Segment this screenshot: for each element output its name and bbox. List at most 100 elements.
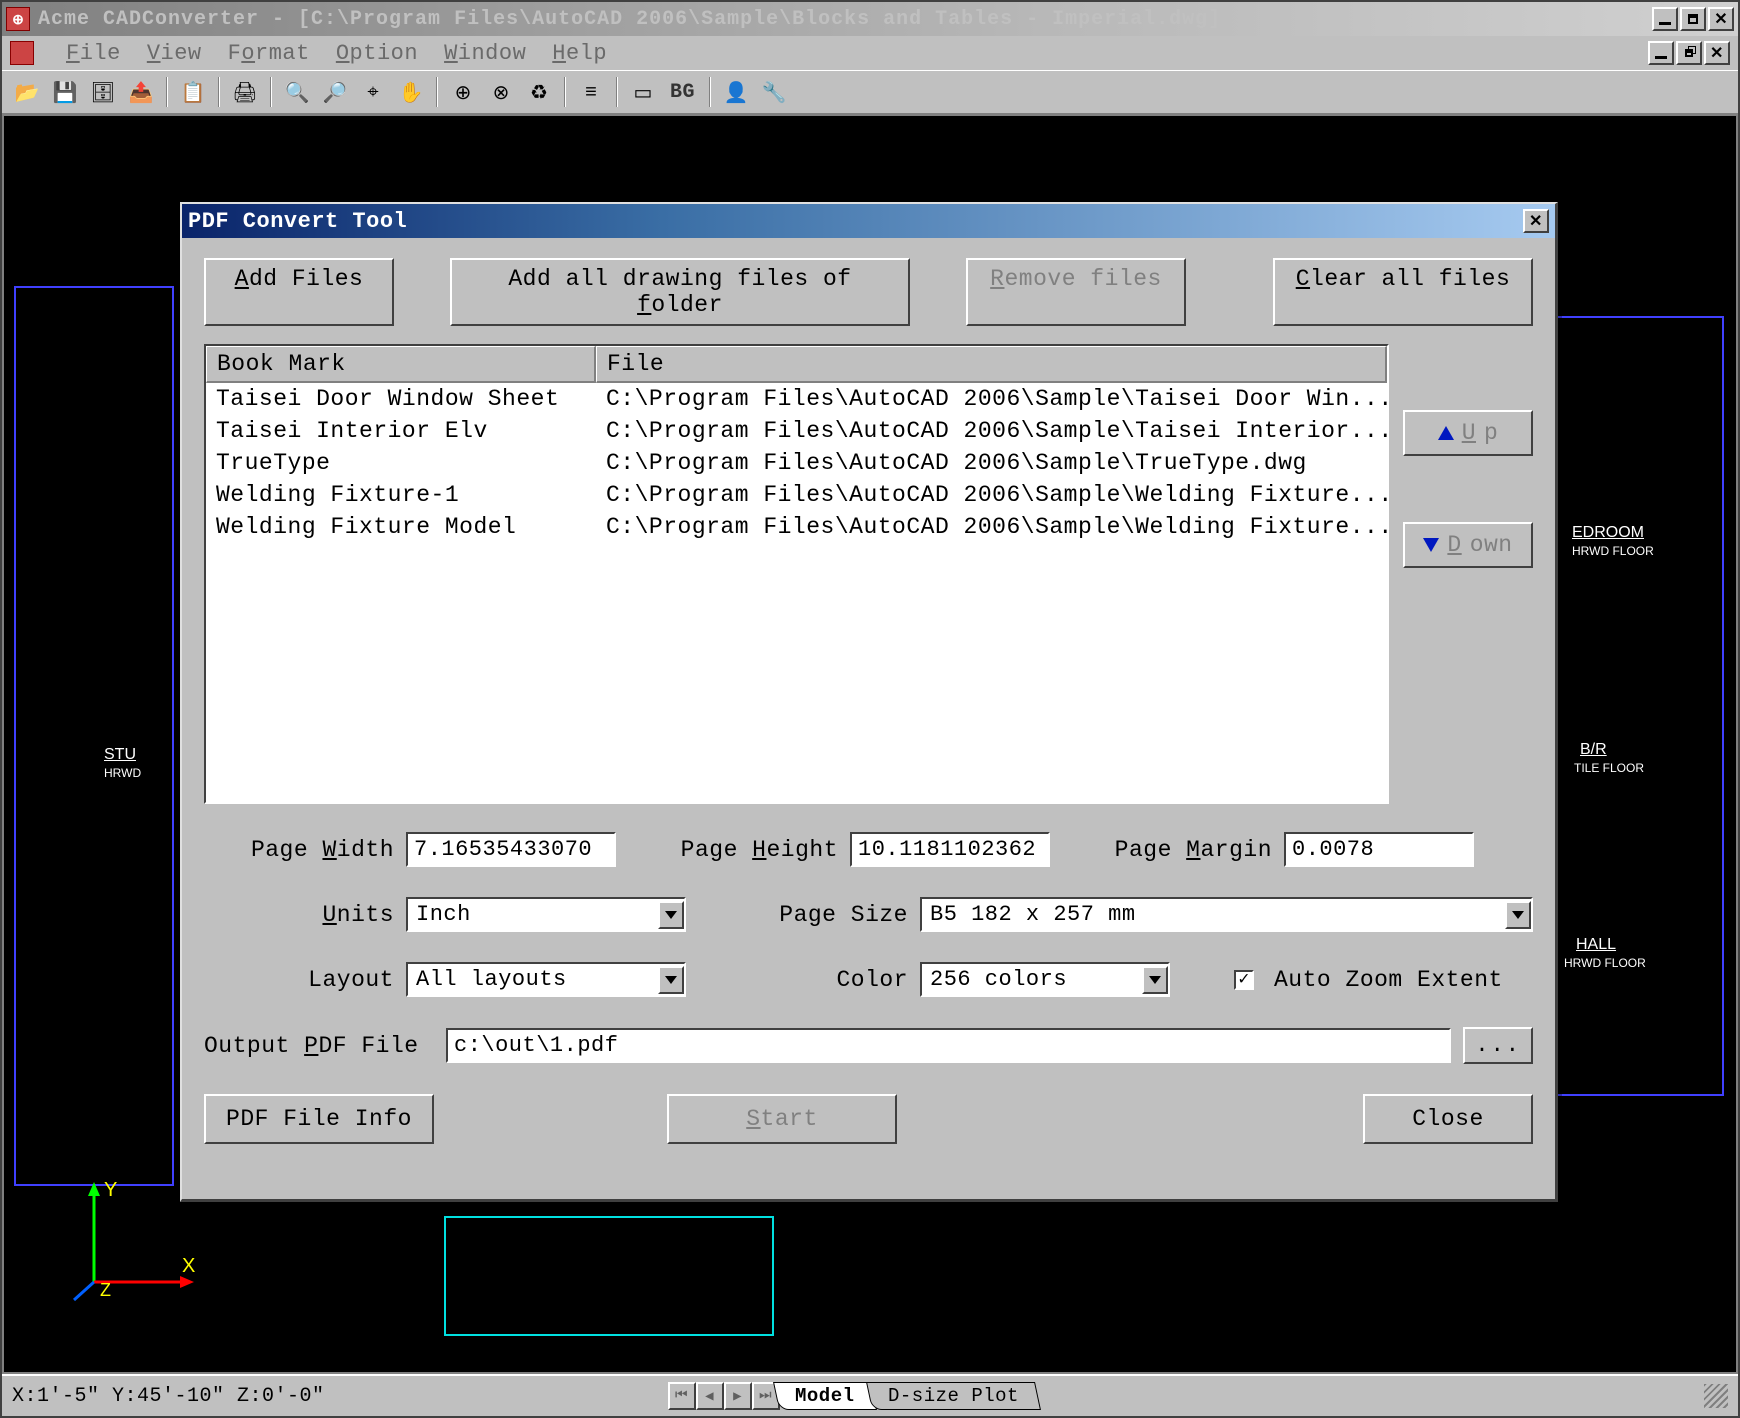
pdf-convert-dialog: PDF Convert Tool ✕ Add Files Add all dra…: [180, 202, 1558, 1202]
list-cell-bookmark: Welding Fixture Model: [206, 513, 596, 541]
page-size-select[interactable]: B5 182 x 257 mm: [920, 897, 1533, 932]
layout-tabs: ⏮ ◀ ▶ ⏭ Model D-size Plot: [668, 1382, 1038, 1410]
toolbar-sep: [166, 77, 168, 107]
toolbar: 📂 💾 🗄 📤 📋 🖨 🔍 🔎 ⌖ ✋ ⊕ ⊗ ♻ ≡ ▭ BG 👤 🔧: [2, 70, 1738, 114]
copy-icon[interactable]: 📋: [176, 75, 210, 109]
main-maximize-button[interactable]: [1680, 7, 1706, 31]
start-button[interactable]: Start: [667, 1094, 897, 1144]
layout-select[interactable]: All layouts: [406, 962, 686, 997]
list-cell-bookmark: Taisei Door Window Sheet: [206, 385, 596, 413]
list-item[interactable]: TrueTypeC:\Program Files\AutoCAD 2006\Sa…: [206, 447, 1387, 479]
cad-label-bedroom: EDROOM: [1572, 524, 1644, 542]
frame-icon[interactable]: ▭: [626, 75, 660, 109]
cad-label-stu-sub: HRWD: [104, 766, 141, 780]
dialog-titlebar: PDF Convert Tool ✕: [182, 204, 1555, 238]
tab-prev-button[interactable]: ◀: [696, 1382, 724, 1410]
coords-readout: X:1'-5" Y:45'-10" Z:0'-0": [12, 1385, 325, 1408]
dialog-close-x[interactable]: ✕: [1523, 209, 1549, 233]
tab-next-button[interactable]: ▶: [724, 1382, 752, 1410]
page-margin-input[interactable]: 0.0078: [1284, 832, 1474, 867]
chevron-down-icon: [1142, 966, 1168, 994]
axis-z-label: Z: [100, 1280, 111, 1300]
layout-label: Layout: [204, 967, 394, 993]
list-col-bookmark[interactable]: Book Mark: [206, 346, 596, 383]
save-icon[interactable]: 💾: [48, 75, 82, 109]
mdi-app-icon[interactable]: [10, 41, 34, 65]
mdi-minimize-button[interactable]: [1648, 41, 1674, 65]
tab-dsize-plot[interactable]: D-size Plot: [866, 1382, 1041, 1410]
add-files-button[interactable]: Add Files: [204, 258, 394, 326]
clear-all-button[interactable]: Clear all files: [1273, 258, 1533, 326]
menu-file[interactable]: File: [66, 41, 121, 66]
main-close-button[interactable]: ✕: [1708, 7, 1734, 31]
file-listview[interactable]: Book Mark File Taisei Door Window SheetC…: [204, 344, 1389, 804]
output-path-input[interactable]: c:\out\1.pdf: [446, 1028, 1451, 1063]
bg-button[interactable]: BG: [664, 75, 701, 109]
menu-window[interactable]: Window: [444, 41, 526, 66]
pdf-file-info-button[interactable]: PDF File Info: [204, 1094, 434, 1144]
page-height-input[interactable]: 10.1181102362: [850, 832, 1050, 867]
auto-zoom-checkbox[interactable]: [1234, 970, 1254, 990]
mdi-close-button[interactable]: ✕: [1704, 41, 1730, 65]
tab-model[interactable]: Model: [773, 1382, 876, 1410]
zoom-window-icon[interactable]: ⌖: [356, 75, 390, 109]
units-select[interactable]: Inch: [406, 897, 686, 932]
list-cell-bookmark: Taisei Interior Elv: [206, 417, 596, 445]
move-up-button[interactable]: Up: [1403, 410, 1533, 456]
page-size-label: Page Size: [698, 902, 908, 928]
chevron-down-icon: [658, 901, 684, 929]
close-button[interactable]: Close: [1363, 1094, 1533, 1144]
main-minimize-button[interactable]: [1652, 7, 1678, 31]
export-icon[interactable]: 📤: [124, 75, 158, 109]
toolbar-sep: [270, 77, 272, 107]
dialog-title: PDF Convert Tool: [188, 209, 407, 234]
list-item[interactable]: Taisei Door Window SheetC:\Program Files…: [206, 383, 1387, 415]
arrow-up-icon: [1438, 426, 1454, 440]
resize-grip-icon[interactable]: [1704, 1384, 1728, 1408]
menu-help[interactable]: Help: [552, 41, 607, 66]
mdi-restore-button[interactable]: [1676, 41, 1702, 65]
pan-icon[interactable]: ✋: [394, 75, 428, 109]
add-folder-button[interactable]: Add all drawing files of folder: [450, 258, 910, 326]
print-icon[interactable]: 🖨: [228, 75, 262, 109]
output-file-label: Output PDF File: [204, 1033, 434, 1059]
toolbar-sep: [564, 77, 566, 107]
user-icon[interactable]: 👤: [719, 75, 753, 109]
list-cell-file: C:\Program Files\AutoCAD 2006\Sample\Tru…: [596, 449, 1387, 477]
move-down-button[interactable]: Down: [1403, 522, 1533, 568]
list-item[interactable]: Welding Fixture-1C:\Program Files\AutoCA…: [206, 479, 1387, 511]
list-cell-bookmark: TrueType: [206, 449, 596, 477]
zoom-in-icon[interactable]: 🔎: [318, 75, 352, 109]
cad-label-bedroom-sub: HRWD FLOOR: [1572, 544, 1654, 558]
tab-first-button[interactable]: ⏮: [668, 1382, 696, 1410]
list-header: Book Mark File: [206, 346, 1387, 383]
save-as-icon[interactable]: 🗄: [86, 75, 120, 109]
zoom-region-icon[interactable]: ⊗: [484, 75, 518, 109]
cad-label-stu: STU: [104, 746, 136, 764]
page-width-input[interactable]: 7.16535433070: [406, 832, 616, 867]
list-item[interactable]: Taisei Interior ElvC:\Program Files\Auto…: [206, 415, 1387, 447]
menu-view[interactable]: View: [147, 41, 202, 66]
tool-icon[interactable]: 🔧: [757, 75, 791, 109]
zoom-out-icon[interactable]: 🔍: [280, 75, 314, 109]
menubar: File View Format Option Window Help ✕: [2, 36, 1738, 70]
regen-icon[interactable]: ♻: [522, 75, 556, 109]
list-cell-file: C:\Program Files\AutoCAD 2006\Sample\Tai…: [596, 385, 1387, 413]
zoom-extents-icon[interactable]: ⊕: [446, 75, 480, 109]
layers-icon[interactable]: ≡: [574, 75, 608, 109]
menu-format[interactable]: Format: [228, 41, 310, 66]
page-width-label: Page Width: [204, 837, 394, 863]
toolbar-sep: [616, 77, 618, 107]
list-cell-file: C:\Program Files\AutoCAD 2006\Sample\Wel…: [596, 481, 1387, 509]
list-item[interactable]: Welding Fixture ModelC:\Program Files\Au…: [206, 511, 1387, 543]
toolbar-sep: [709, 77, 711, 107]
browse-button[interactable]: ...: [1463, 1027, 1533, 1064]
open-icon[interactable]: 📂: [10, 75, 44, 109]
cad-label-hall-sub: HRWD FLOOR: [1564, 956, 1646, 970]
list-cell-bookmark: Welding Fixture-1: [206, 481, 596, 509]
menu-option[interactable]: Option: [336, 41, 418, 66]
color-select[interactable]: 256 colors: [920, 962, 1170, 997]
chevron-down-icon: [658, 966, 684, 994]
remove-files-button[interactable]: Remove files: [966, 258, 1186, 326]
list-col-file[interactable]: File: [596, 346, 1387, 383]
